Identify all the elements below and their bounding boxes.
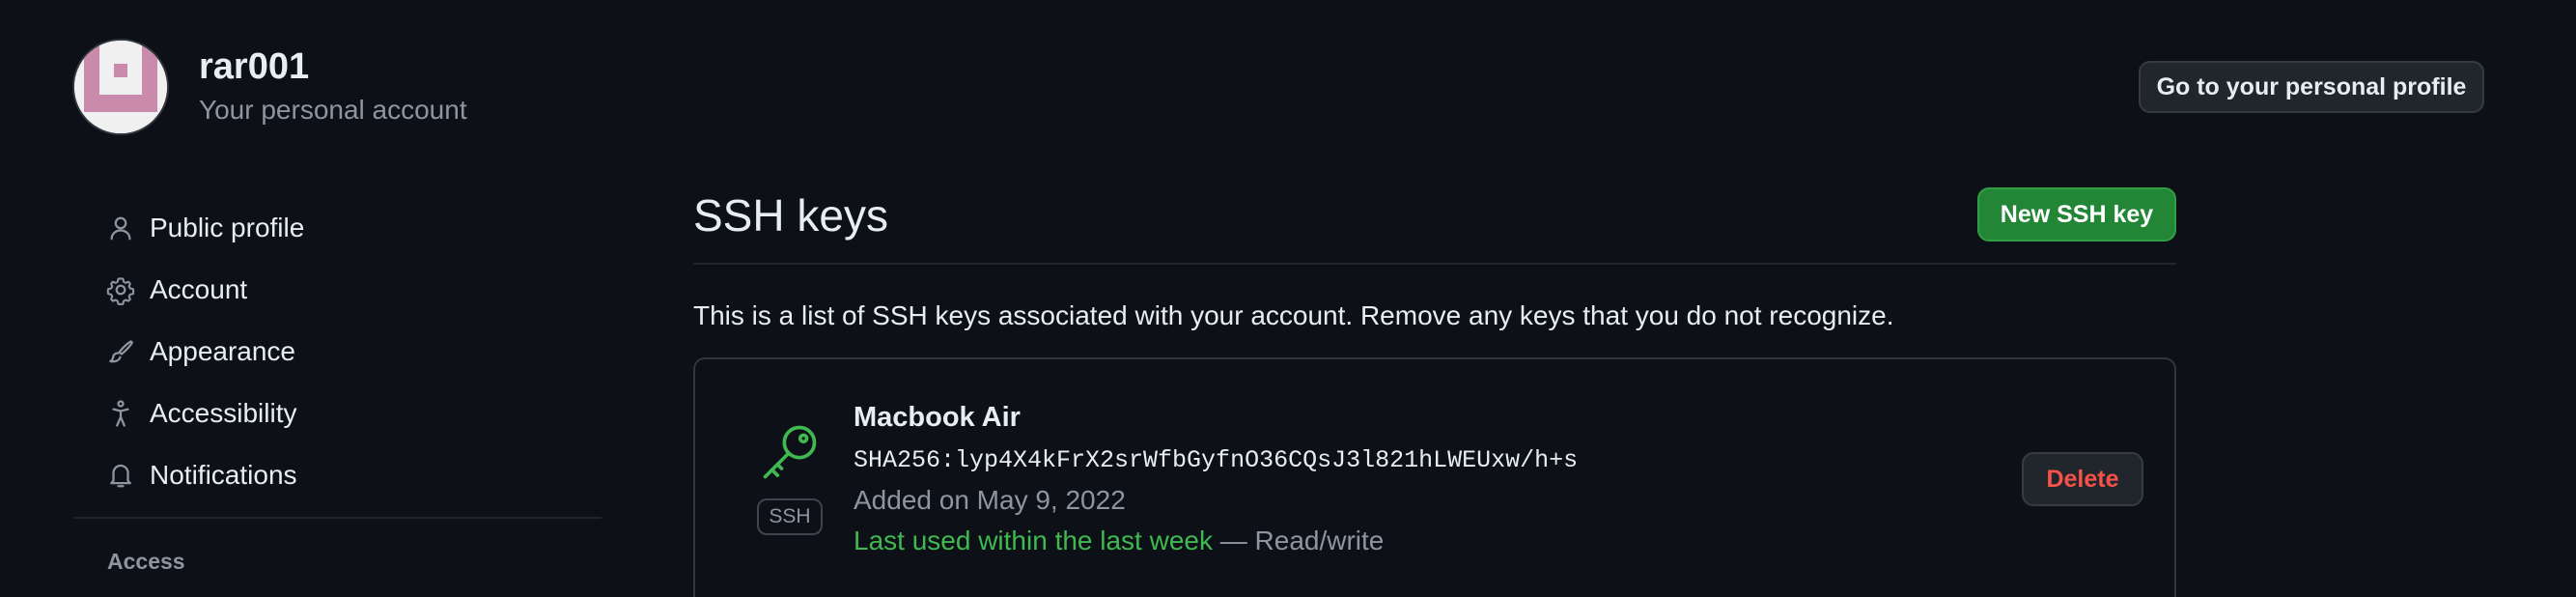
page-title: SSH keys [693,190,888,241]
key-usage: Last used within the last week — Read/wr… [854,526,1384,556]
person-icon [103,211,138,245]
bell-icon [103,458,138,493]
key-access-level: — Read/write [1212,526,1385,555]
account-name: rar001 [199,46,310,87]
delete-key-button[interactable]: Delete [2022,452,2143,506]
sidebar-item-public-profile[interactable]: Public profile [103,203,304,253]
ssh-badge: SSH [757,498,823,535]
key-icon [757,419,823,490]
title-divider [693,263,2176,265]
new-ssh-key-button[interactable]: New SSH key [1977,187,2176,242]
account-subtitle: Your personal account [199,95,467,125]
sidebar-item-account[interactable]: Account [103,265,247,315]
sidebar-item-label: Appearance [150,336,296,366]
sidebar-item-appearance[interactable]: Appearance [103,327,295,377]
key-title: Macbook Air [854,402,1021,433]
gear-icon [103,272,138,307]
ssh-key-card: SSH Macbook Air SHA256:lyp4X4kFrX2srWfbG… [693,357,2176,597]
key-last-used: Last used within the last week [854,526,1213,555]
go-to-profile-button[interactable]: Go to your personal profile [2139,61,2484,113]
sidebar-item-accessibility[interactable]: Accessibility [103,388,296,439]
sidebar-item-notifications[interactable]: Notifications [103,450,297,500]
page-description: This is a list of SSH keys associated wi… [693,300,1894,330]
sidebar-item-label: Public profile [150,213,305,242]
sidebar-item-label: Accessibility [150,398,297,428]
sidebar-section-heading: Access [107,549,185,574]
settings-page: rar001 Your personal account Go to your … [0,0,2576,597]
sidebar-divider [74,517,602,519]
paintbrush-icon [103,334,138,369]
sidebar-item-label: Notifications [150,460,297,490]
accessibility-icon [103,396,138,431]
avatar[interactable] [74,41,167,133]
key-added-date: Added on May 9, 2022 [854,485,1126,515]
key-fingerprint: SHA256:lyp4X4kFrX2srWfbGyfnO36CQsJ3l821h… [854,446,1579,474]
sidebar-item-label: Account [150,274,248,304]
